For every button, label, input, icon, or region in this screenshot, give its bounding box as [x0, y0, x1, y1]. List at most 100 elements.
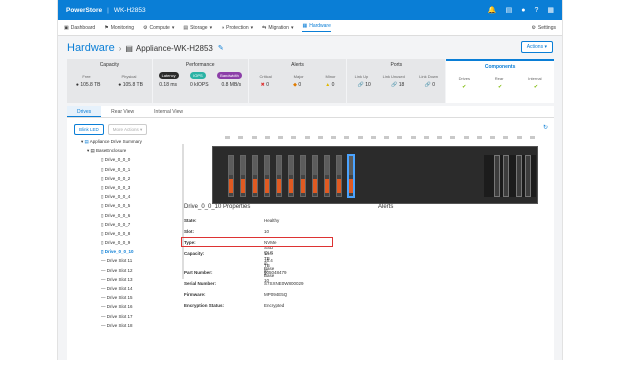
- drive-handle: [313, 156, 317, 175]
- chevron-right-icon: ›: [118, 43, 122, 53]
- performance-card[interactable]: Performance Latency IOPS Bandwidth 0.18 …: [152, 59, 248, 103]
- property-row: Capacity: 14.0 TB in Base 2 15.4 TB in Bas…: [184, 251, 274, 283]
- settings-link[interactable]: ⚙ Settings: [531, 25, 556, 31]
- alerts-card[interactable]: Alerts Critical Major Minor ✖ 0 ◆ 0 ▲ 0: [248, 59, 347, 103]
- power-module[interactable]: [494, 155, 500, 197]
- hardware-icon: ▦: [302, 23, 308, 29]
- edit-icon[interactable]: ✎: [218, 44, 224, 52]
- storage-icon: ▤: [183, 24, 189, 31]
- tree-item-label: Drive Slot 15: [106, 295, 133, 301]
- more-actions-label: More Actions: [112, 126, 139, 132]
- drive-bay[interactable]: [240, 155, 246, 197]
- tree-item-drive[interactable]: ▯ Drive_0_0_8: [81, 229, 181, 238]
- tab-drives[interactable]: Drives: [67, 106, 102, 117]
- tree-item-drive[interactable]: ▯ Drive_0_0_4: [81, 192, 181, 201]
- main-content: Hardware › ▤ Appliance-WK-H2853 ✎ Actions…: [67, 41, 554, 360]
- drive-latch: [289, 179, 293, 193]
- tree-item-drive[interactable]: — Drive Slot 14: [81, 284, 181, 293]
- refresh-icon[interactable]: ↻: [543, 124, 548, 131]
- bell-icon[interactable]: 🔔: [488, 6, 497, 14]
- slot-led: [423, 136, 429, 139]
- tree-item-drive[interactable]: ▯ Drive_0_0_6: [81, 211, 181, 220]
- nav-storage[interactable]: ▤ Storage ▾: [183, 25, 212, 31]
- breadcrumb-hardware[interactable]: Hardware: [67, 42, 115, 54]
- drive-bay[interactable]: [300, 155, 306, 197]
- nav-compute[interactable]: ⚙ Compute ▾: [143, 25, 174, 31]
- tab-internal-view[interactable]: Internal View: [144, 106, 193, 117]
- tree-item-drive[interactable]: — Drive Slot 17: [81, 312, 181, 321]
- actions-button[interactable]: Actions ▾: [520, 41, 553, 53]
- power-module[interactable]: [525, 155, 531, 197]
- actions-label: Actions: [526, 44, 544, 50]
- drive-bay[interactable]: [252, 155, 258, 197]
- minor-value: ▲ 0: [325, 82, 334, 88]
- property-row: Type: NVMe SSD QLC: [181, 237, 333, 255]
- drive-bay[interactable]: [264, 155, 270, 197]
- nav-protection[interactable]: ◑ Protection ▾: [221, 25, 253, 31]
- grid-icon[interactable]: ▦: [547, 6, 554, 14]
- check-icon: ✔: [498, 84, 503, 90]
- settings-label: Settings: [537, 24, 556, 31]
- drive-bay[interactable]: [276, 155, 282, 197]
- drive-bay[interactable]: [336, 155, 342, 197]
- drive-bay[interactable]: [312, 155, 318, 197]
- tree-item-drive[interactable]: — Drive Slot 13: [81, 275, 181, 284]
- user-icon[interactable]: ●: [521, 7, 525, 14]
- drive-latch: [325, 179, 329, 193]
- tree-item-drive[interactable]: — Drive Slot 12: [81, 266, 181, 275]
- tree-item-drive[interactable]: ▯ Drive_0_0_10: [81, 247, 181, 256]
- drive-bay[interactable]: [324, 155, 330, 197]
- gear-icon: ⚙: [531, 24, 536, 31]
- components-card[interactable]: Components Drives Rear Internal ✔ ✔ ✔: [446, 59, 554, 103]
- drive-bay[interactable]: [228, 155, 234, 197]
- power-module[interactable]: [503, 155, 509, 197]
- tree-root[interactable]: ▾ ▤ Appliance Drive Summary: [81, 137, 181, 146]
- drive-latch: [337, 179, 341, 193]
- drive-handle: [229, 156, 233, 175]
- blink-led-button[interactable]: Blink LED: [74, 124, 104, 135]
- tab-rear-view[interactable]: Rear View: [101, 106, 144, 117]
- tree-item-drive[interactable]: — Drive Slot 15: [81, 293, 181, 302]
- power-module[interactable]: [516, 155, 522, 197]
- more-actions-button[interactable]: More Actions ▾: [107, 124, 148, 135]
- tree-item-drive[interactable]: ▯ Drive_0_0_1: [81, 165, 181, 174]
- tree-enclosure[interactable]: ▾ ▤ BaseEnclosure: [81, 146, 181, 155]
- minor-icon: ▲: [325, 82, 331, 88]
- compute-icon: ⚙: [143, 24, 148, 31]
- capacity-card[interactable]: Capacity Free Physical ● 105.8 TB ● 105.8 …: [67, 59, 152, 103]
- tree-item-drive[interactable]: ▯ Drive_0_0_2: [81, 174, 181, 183]
- tree-item-drive[interactable]: ▯ Drive_0_0_7: [81, 220, 181, 229]
- tree-item-drive[interactable]: ▯ Drive_0_0_5: [81, 201, 181, 210]
- tree-item-drive[interactable]: — Drive Slot 18: [81, 321, 181, 330]
- topbar-icons: 🔔 ▤ ● ? ▦: [488, 6, 554, 15]
- nav-migration[interactable]: ⇆ Migration ▾: [262, 25, 293, 31]
- tasks-icon[interactable]: ▤: [506, 6, 513, 14]
- help-icon[interactable]: ?: [534, 7, 538, 14]
- tree-item-label: Drive_0_0_3: [104, 184, 131, 190]
- property-label: Part Number:: [184, 270, 213, 275]
- properties-list: State: Healthy Slot: 10 Type: NVMe SSD QLC Cap…: [181, 218, 333, 314]
- check-icon: ✔: [462, 84, 467, 90]
- nav-dashboard[interactable]: ▣ Dashboard: [64, 25, 95, 31]
- link-icon: 🔗: [357, 82, 364, 88]
- page-title: ▤ Appliance-WK-H2853: [125, 44, 213, 53]
- nav-hardware[interactable]: ▦ Hardware: [302, 23, 331, 32]
- drive-handle: [301, 156, 305, 175]
- property-value: 10: [264, 229, 270, 234]
- tree-item-label: Drive_0_0_4: [104, 194, 131, 200]
- card-title: Capacity: [99, 62, 120, 68]
- bandwidth-badge: Bandwidth: [217, 72, 242, 79]
- down-value: 🔗 0: [425, 82, 435, 88]
- drive-bay[interactable]: [288, 155, 294, 197]
- card-title: Performance: [185, 62, 215, 68]
- tree-item-drive[interactable]: ▯ Drive_0_0_3: [81, 183, 181, 192]
- tree-item-drive[interactable]: — Drive Slot 11: [81, 256, 181, 265]
- drive-bay[interactable]: [348, 155, 354, 197]
- ports-card[interactable]: Ports Link Up Link Unused Link Down 🔗 10 🔗 …: [347, 59, 446, 103]
- nav-monitoring[interactable]: ⚑ Monitoring: [104, 25, 134, 31]
- tree-item-drive[interactable]: ▯ Drive_0_0_0: [81, 155, 181, 164]
- tree-item-drive[interactable]: ▯ Drive_0_0_9: [81, 238, 181, 247]
- tree-item-drive[interactable]: — Drive Slot 16: [81, 302, 181, 311]
- nav-label: Protection: [226, 24, 249, 31]
- major-value: ◆ 0: [293, 82, 301, 88]
